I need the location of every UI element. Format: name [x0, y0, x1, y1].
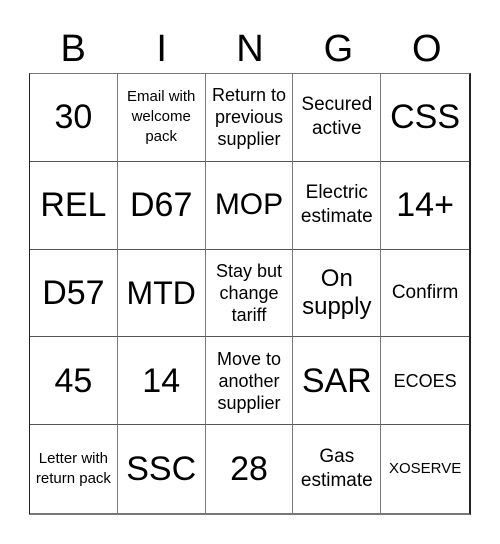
cell-text: ECOES [393, 370, 457, 391]
bingo-cell[interactable]: Move to another supplier [205, 337, 294, 426]
cell-text: D57 [42, 273, 105, 312]
cell-text: Secured active [301, 94, 373, 140]
bingo-cell[interactable]: Return to previous supplier [205, 74, 294, 162]
cell-text: 14+ [396, 186, 454, 225]
cell-text: 28 [230, 450, 268, 489]
header-letter-g: G [323, 28, 354, 70]
header-letter-o: O [412, 28, 442, 70]
cell-text: Stay but change tariff [215, 260, 283, 325]
bingo-cell[interactable]: 14 [117, 337, 206, 426]
cell-text: Letter with return pack [35, 450, 111, 488]
bingo-cell[interactable]: Email with welcome pack [117, 74, 206, 162]
cell-text: MTD [126, 274, 196, 311]
bingo-cell[interactable]: ECOES [381, 337, 469, 426]
bingo-cell[interactable]: MTD [117, 249, 206, 338]
cell-text: Electric estimate [300, 182, 373, 228]
cell-text: 30 [54, 98, 93, 137]
bingo-cell[interactable]: Stay but change tariff [205, 249, 294, 338]
bingo-cell[interactable]: Electric estimate [293, 161, 382, 250]
bingo-cell[interactable]: 30 [30, 74, 118, 162]
bingo-cell[interactable]: 14+ [381, 162, 469, 250]
header-letter-n: N [236, 28, 264, 70]
cell-text: Return to previous supplier [211, 85, 287, 150]
cell-text: XOSERVE [388, 460, 462, 478]
cell-text: CSS [390, 98, 461, 137]
bingo-grid: 30 Email with welcome pack Return to pre… [29, 73, 471, 515]
bingo-cell[interactable]: 45 [30, 337, 118, 426]
bingo-cell[interactable]: MOP [205, 161, 294, 250]
bingo-cell[interactable]: XOSERVE [381, 425, 469, 513]
bingo-cell[interactable]: Confirm [381, 250, 469, 338]
cell-text: MOP [214, 188, 284, 222]
bingo-cell[interactable]: Gas estimate [293, 425, 382, 513]
header-letter-i: I [156, 28, 167, 70]
bingo-cell[interactable]: D67 [117, 161, 206, 250]
cell-text: Gas estimate [300, 446, 373, 492]
bingo-cell[interactable]: D57 [30, 249, 118, 338]
cell-text: REL [40, 186, 107, 225]
cell-text: 45 [54, 361, 93, 400]
cell-text: SAR [301, 361, 372, 400]
bingo-cell[interactable]: CSS [381, 74, 469, 162]
bingo-cell[interactable]: SAR [293, 337, 382, 426]
bingo-header: B I N G O [29, 25, 471, 73]
bingo-cell[interactable]: REL [30, 161, 118, 250]
bingo-cell[interactable]: 28 [206, 425, 294, 513]
cell-text: Move to another supplier [216, 348, 281, 413]
cell-text: Email with welcome pack [127, 88, 196, 146]
header-letter-b: B [60, 28, 86, 70]
cell-text: Confirm [391, 281, 459, 303]
bingo-cell[interactable]: Secured active [293, 74, 382, 162]
cell-text: SSC [126, 450, 197, 489]
cell-text: 14 [142, 361, 181, 400]
cell-text: On supply [302, 264, 372, 320]
cell-text: D67 [130, 186, 193, 225]
bingo-cell[interactable]: SSC [118, 425, 206, 513]
bingo-cell[interactable]: Letter with return pack [30, 425, 118, 513]
bingo-cell[interactable]: On supply [293, 249, 382, 338]
